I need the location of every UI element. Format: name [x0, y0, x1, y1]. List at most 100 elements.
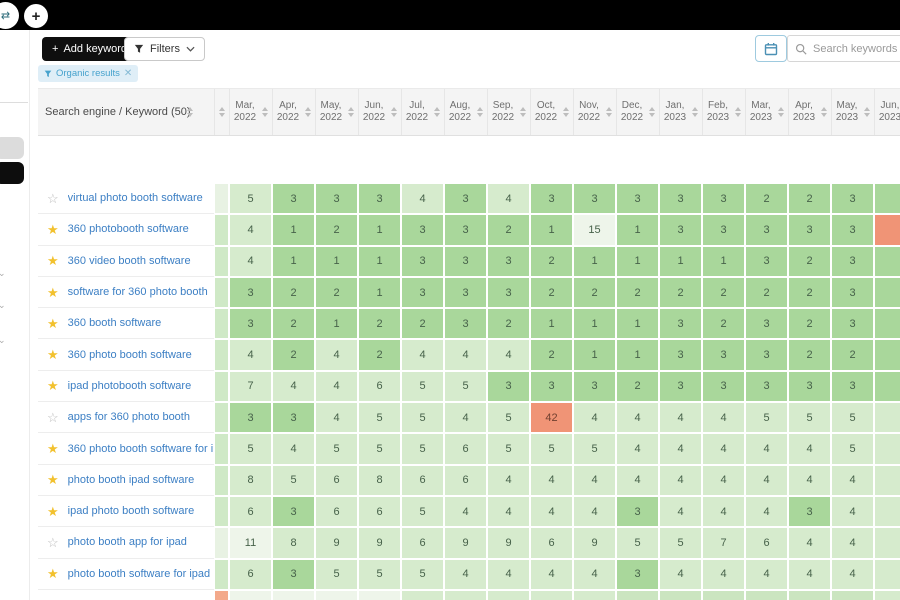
rank-cell: 4	[616, 402, 659, 433]
sidebar-tab-active[interactable]	[0, 162, 24, 184]
keyword-link[interactable]: photo booth software for ipad	[68, 568, 210, 580]
column-header-jun-2023[interactable]: Jun,2023	[874, 89, 900, 135]
keyword-link[interactable]: 360 photobooth software	[68, 223, 189, 235]
sort-icon[interactable]	[606, 107, 612, 117]
rank-cell: 4	[788, 527, 831, 558]
column-header-apr-2022[interactable]: Apr,2022	[272, 89, 315, 135]
column-header-may-2023[interactable]: May,2023	[831, 89, 874, 135]
rank-cell: 9	[487, 527, 530, 558]
keyword-link[interactable]: virtual photo booth software	[68, 192, 203, 204]
column-header-aug-2022[interactable]: Aug,2022	[444, 89, 487, 135]
sort-icon[interactable]	[864, 107, 870, 117]
rank-cell: 4	[444, 402, 487, 433]
rank-cell: 3	[788, 214, 831, 245]
sort-icon[interactable]	[219, 107, 225, 117]
sort-icon[interactable]	[735, 107, 741, 117]
keyword-link[interactable]: ipad photobooth software	[68, 380, 192, 392]
column-header-mar-2023[interactable]: Mar,2023	[745, 89, 788, 135]
table-row: ★ipad photo booth software63665444434443…	[38, 496, 900, 527]
search-keywords-input[interactable]	[813, 43, 900, 55]
month-header-label: Sep,2022	[492, 100, 514, 124]
sort-icon[interactable]	[778, 107, 784, 117]
star-icon[interactable]: ★	[47, 317, 59, 330]
rank-cell: 2	[272, 277, 315, 308]
search-icon	[795, 43, 807, 55]
keyword-link[interactable]: 360 booth software	[68, 317, 162, 329]
rank-cell: 1	[530, 214, 573, 245]
column-header-oct-2022[interactable]: Oct,2022	[530, 89, 573, 135]
keyword-link[interactable]: ipad photo booth software	[68, 505, 195, 517]
star-icon[interactable]: ★	[47, 567, 59, 580]
sort-icon[interactable]	[187, 107, 193, 117]
keyword-column-header[interactable]: Search engine / Keyword (50)	[38, 89, 214, 135]
keyword-link[interactable]: photo booth ipad software	[68, 474, 195, 486]
rank-cell: 1	[573, 339, 616, 370]
rank-cell: 5	[573, 433, 616, 464]
star-icon[interactable]: ★	[47, 286, 59, 299]
column-header-jun-2022[interactable]: Jun,2022	[358, 89, 401, 135]
clipped-rank-cell	[874, 308, 900, 339]
sort-icon[interactable]	[821, 107, 827, 117]
sort-icon[interactable]	[262, 107, 268, 117]
column-header-dec-2022[interactable]: Dec,2022	[616, 89, 659, 135]
rank-cell: 4	[702, 496, 745, 527]
browser-nav-button[interactable]: ⇄	[0, 2, 19, 29]
rank-cell: 3	[659, 308, 702, 339]
column-header-jan-2023[interactable]: Jan,2023	[659, 89, 702, 135]
column-header-apr-2023[interactable]: Apr,2023	[788, 89, 831, 135]
swap-arrows-icon: ⇄	[1, 9, 10, 22]
date-range-button[interactable]	[755, 35, 787, 62]
star-icon[interactable]: ★	[47, 442, 59, 455]
sort-icon[interactable]	[520, 107, 526, 117]
keyword-link[interactable]: 360 photo booth software for ipad	[68, 443, 214, 455]
sort-icon[interactable]	[563, 107, 569, 117]
star-icon[interactable]: ☆	[47, 192, 59, 205]
sort-icon[interactable]	[305, 107, 311, 117]
sort-icon[interactable]	[434, 107, 440, 117]
star-icon[interactable]: ☆	[47, 411, 59, 424]
filter-chip-organic-results[interactable]: Organic results ✕	[38, 65, 138, 82]
rank-cell: 3	[401, 214, 444, 245]
rank-cell: 6	[745, 527, 788, 558]
keyword-link[interactable]: software for 360 photo booth	[68, 286, 208, 298]
sidebar-tab-inactive[interactable]	[0, 137, 24, 159]
sort-icon[interactable]	[649, 107, 655, 117]
keyword-link[interactable]: 360 video booth software	[68, 255, 191, 267]
rank-cell: 3	[745, 371, 788, 402]
rank-cell: 4	[401, 183, 444, 214]
column-header-feb-2023[interactable]: Feb,2023	[702, 89, 745, 135]
clipped-rank-cell	[874, 433, 900, 464]
clipped-rank-cell	[214, 214, 229, 245]
star-icon[interactable]: ★	[47, 223, 59, 236]
star-icon[interactable]: ☆	[47, 536, 59, 549]
rank-cell: 1	[616, 214, 659, 245]
star-icon[interactable]: ★	[47, 505, 59, 518]
star-icon[interactable]: ★	[47, 254, 59, 267]
column-header-sep-2022[interactable]: Sep,2022	[487, 89, 530, 135]
star-icon[interactable]: ★	[47, 473, 59, 486]
keyword-link[interactable]: photo booth app for ipad	[68, 536, 187, 548]
sort-icon[interactable]	[477, 107, 483, 117]
keyword-link[interactable]: 360 photo booth software	[68, 349, 192, 361]
star-icon[interactable]: ★	[47, 379, 59, 392]
column-header-jul-2022[interactable]: Jul,2022	[401, 89, 444, 135]
sort-icon[interactable]	[391, 107, 397, 117]
column-header-may-2022[interactable]: May,2022	[315, 89, 358, 135]
clipped-column-header[interactable]	[214, 89, 229, 135]
new-tab-button[interactable]: +	[24, 4, 48, 28]
star-icon[interactable]: ★	[47, 348, 59, 361]
clipped-rank-cell	[214, 402, 229, 433]
rank-cell: 2	[573, 277, 616, 308]
sort-icon[interactable]	[348, 107, 354, 117]
filters-button[interactable]: Filters	[124, 37, 205, 61]
sort-icon[interactable]	[692, 107, 698, 117]
column-header-mar-2022[interactable]: Mar,2022	[229, 89, 272, 135]
close-icon[interactable]: ✕	[124, 68, 132, 79]
rank-cell: 3	[831, 183, 874, 214]
rank-cell: 2	[788, 246, 831, 277]
rank-cell: 4	[659, 559, 702, 590]
funnel-icon	[134, 44, 144, 54]
keyword-link[interactable]: apps for 360 photo booth	[68, 411, 190, 423]
column-header-nov-2022[interactable]: Nov,2022	[573, 89, 616, 135]
rank-cell: 1	[358, 246, 401, 277]
